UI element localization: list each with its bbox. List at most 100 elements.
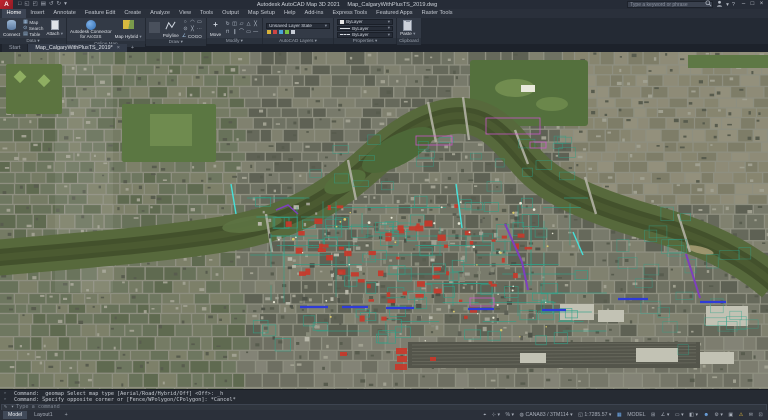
- title-bar: A □◱◰▤↺↻▾ Autodesk AutoCAD Map 3D 2021 M…: [0, 0, 768, 9]
- layout1-tab[interactable]: Layout1: [29, 411, 57, 419]
- draw-tool-icon-5[interactable]: ⋯: [196, 26, 203, 33]
- draw-tool-icon-1[interactable]: ◠: [189, 19, 196, 26]
- object-color-dropdown[interactable]: ByLayer▾: [337, 19, 393, 25]
- search-input[interactable]: [628, 2, 705, 8]
- modify-tool-icon-0[interactable]: ↻: [224, 20, 231, 29]
- close-tab-icon[interactable]: ×: [117, 44, 120, 52]
- new-icon[interactable]: □: [18, 0, 21, 9]
- sign-in-icon[interactable]: [716, 0, 723, 9]
- map-button[interactable]: ▦Map: [23, 19, 43, 25]
- close-button[interactable]: ×: [757, 0, 766, 9]
- ribbon-tab-map-setup[interactable]: Map Setup: [243, 9, 279, 18]
- restore-button[interactable]: □: [748, 0, 757, 9]
- status-performance-warning[interactable]: ⚠: [737, 411, 746, 420]
- status-annotation-scale[interactable]: ◱ 1:7285.57 ▾: [576, 411, 614, 420]
- new-tab-button[interactable]: +: [128, 44, 137, 52]
- layer-tool-icon-3[interactable]: [285, 30, 289, 34]
- ribbon-tab-output[interactable]: Output: [218, 9, 244, 18]
- ribbon-tab-create[interactable]: Create: [120, 9, 146, 18]
- tab-drawing[interactable]: Map_CalgaryWithPlusTS_2019* ×: [28, 44, 126, 52]
- panel-label-draw[interactable]: Draw ▾: [146, 39, 206, 46]
- ribbon-tab-featured-apps[interactable]: Featured Apps: [372, 9, 417, 18]
- status-lineweight-display[interactable]: ▭ ▾: [673, 411, 686, 420]
- modify-tool-icon-9[interactable]: —: [252, 28, 259, 37]
- lineweight-dropdown[interactable]: ByLayer▾: [337, 26, 393, 32]
- arcgis-connector-button[interactable]: Autodesk Connectorfor ArcGIS: [70, 19, 112, 41]
- print-icon[interactable]: ▤: [41, 0, 46, 9]
- redo-icon[interactable]: ↻: [57, 0, 62, 9]
- ribbon-tab-express-tools[interactable]: Express Tools: [328, 9, 372, 18]
- layer-tool-icon-0[interactable]: [267, 30, 271, 34]
- inactive-tool-button[interactable]: [149, 19, 160, 39]
- status-model-space[interactable]: MODEL: [625, 411, 648, 420]
- search-icon[interactable]: [705, 0, 712, 9]
- status-snap-mode[interactable]: ⊹ ▾: [490, 411, 503, 420]
- modify-tool-icon-1[interactable]: ◫: [231, 20, 238, 29]
- status-notifications[interactable]: ✉: [747, 411, 756, 420]
- modify-tool-icon-6[interactable]: ∥: [231, 28, 238, 37]
- layer-tool-icon-2[interactable]: [279, 30, 283, 34]
- polyline-button[interactable]: Polyline: [163, 19, 179, 39]
- command-recent-dropdown-icon[interactable]: ▾: [9, 404, 16, 410]
- ribbon-tab-feature-edit[interactable]: Feature Edit: [80, 9, 119, 18]
- minimize-button[interactable]: –: [739, 0, 748, 9]
- ribbon-tab-add-ins[interactable]: Add-ins: [300, 9, 328, 18]
- panel-label-modify[interactable]: Modify ▾: [207, 38, 262, 45]
- autocad-logo-icon[interactable]: A: [0, 0, 13, 9]
- map-hybrid-button[interactable]: Map Hybrid ▾: [115, 19, 142, 41]
- map-viewport[interactable]: [0, 52, 768, 389]
- status-polar-tracking[interactable]: ∠ ▾: [659, 411, 672, 420]
- status-clean-screen[interactable]: ⊡: [756, 411, 765, 420]
- connect-button[interactable]: Connect: [3, 19, 20, 38]
- paste-button[interactable]: Paste ▾: [400, 19, 415, 38]
- account-dropdown-icon[interactable]: ▾: [726, 2, 729, 8]
- modify-tool-icon-8[interactable]: ▭: [245, 28, 252, 37]
- qat-dropdown-icon[interactable]: ▾: [64, 0, 67, 9]
- modify-tool-icon-5[interactable]: ⊓: [224, 28, 231, 37]
- status-snap-toggle[interactable]: ⊞: [649, 411, 658, 420]
- status-quick-properties[interactable]: % ▾: [503, 411, 516, 420]
- open-icon[interactable]: ◱: [24, 0, 29, 9]
- command-input[interactable]: [16, 404, 766, 410]
- status-isolate-objects[interactable]: ☻: [701, 411, 711, 420]
- layer-state-dropdown[interactable]: Unsaved Layer State▾: [266, 23, 330, 29]
- ribbon-tab-view[interactable]: View: [175, 9, 196, 18]
- panel-label-properties[interactable]: Properties ▾: [334, 38, 396, 45]
- draw-tool-icon-4[interactable]: ╳: [189, 26, 196, 33]
- aerial-map-canvas[interactable]: [0, 52, 768, 389]
- status-grid-display[interactable]: ▦: [615, 411, 624, 420]
- layer-tool-icon-4[interactable]: [291, 30, 295, 34]
- ribbon-tab-analyze[interactable]: Analyze: [146, 9, 175, 18]
- help-icon[interactable]: ?: [732, 2, 735, 8]
- model-tab[interactable]: Model: [3, 411, 27, 419]
- modify-tool-icon-4[interactable]: ╳: [252, 20, 259, 29]
- ribbon-tab-help[interactable]: Help: [279, 9, 300, 18]
- save-icon[interactable]: ◰: [33, 0, 38, 9]
- ribbon-tab-raster-tools[interactable]: Raster Tools: [417, 9, 457, 18]
- attach-button[interactable]: Attach ▾: [46, 19, 63, 38]
- status-selection-cycling[interactable]: ⌖: [481, 411, 488, 420]
- move-button[interactable]: + Move: [210, 19, 221, 38]
- modify-tool-icon-2[interactable]: ▱: [238, 20, 245, 29]
- search-button[interactable]: ⊙Search: [23, 25, 43, 31]
- ribbon-tab-home[interactable]: Home: [2, 9, 26, 18]
- ribbon-tab-insert[interactable]: Insert: [26, 9, 49, 18]
- status-transparency[interactable]: ◧ ▾: [687, 411, 700, 420]
- ribbon-tab-tools[interactable]: Tools: [196, 9, 218, 18]
- command-customize-icon[interactable]: ✎: [2, 404, 9, 410]
- layer-tool-icon-1[interactable]: [273, 30, 277, 34]
- status-customization[interactable]: ⚙ ▾: [712, 411, 725, 420]
- draw-tool-icon-3[interactable]: ⊙: [182, 26, 189, 33]
- table-button[interactable]: ▤Table: [23, 31, 43, 37]
- status-coordinate-system[interactable]: ◍ CANA83 / 3TM114 ▾: [517, 411, 575, 420]
- ribbon-tab-annotate[interactable]: Annotate: [49, 9, 80, 18]
- status-hardware-acceleration[interactable]: ▣: [726, 411, 735, 420]
- panel-label-autocad-layers[interactable]: AutoCAD Layers ▾: [263, 38, 333, 45]
- modify-tool-icon-3[interactable]: △: [245, 20, 252, 29]
- undo-icon[interactable]: ↺: [49, 0, 54, 9]
- draw-tool-icon-2[interactable]: ▭: [196, 19, 203, 26]
- tab-start[interactable]: Start: [2, 44, 27, 52]
- draw-tool-icon-0[interactable]: ○: [182, 19, 189, 26]
- modify-tool-icon-7[interactable]: ⌒: [238, 28, 245, 37]
- new-layout-button[interactable]: +: [60, 411, 73, 419]
